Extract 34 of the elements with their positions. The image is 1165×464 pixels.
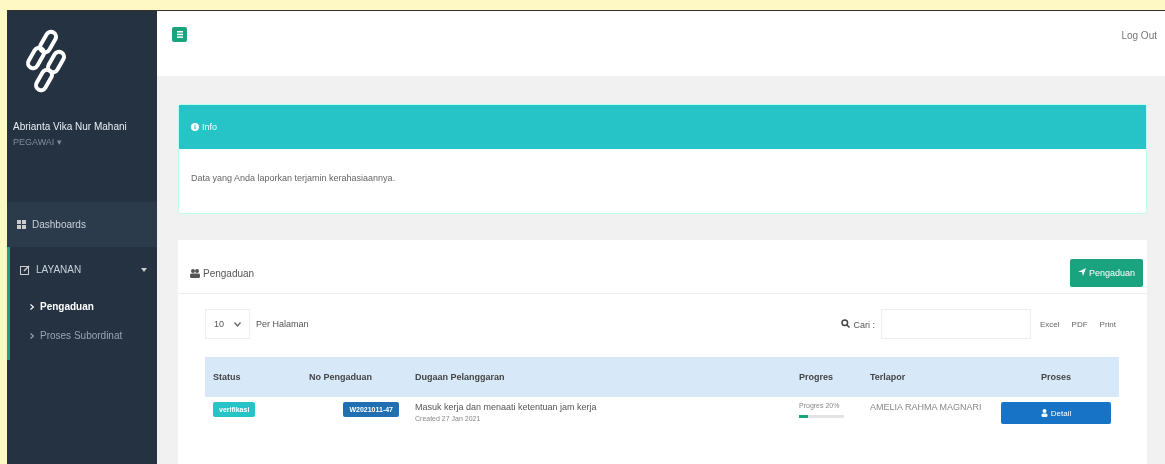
- user-name: Abrianta Vika Nur Mahani: [12, 120, 128, 132]
- grid-icon: [17, 220, 26, 229]
- sidebar-item[interactable]: Dashboards: [7, 202, 157, 247]
- detail-button[interactable]: Detail: [1001, 402, 1111, 424]
- column-header[interactable]: No Pengaduan: [301, 357, 407, 397]
- chevron-down-icon: [234, 321, 241, 327]
- submenu-item[interactable]: Proses Subordinat: [10, 321, 157, 350]
- page-size-label: Per Halaman: [256, 319, 309, 329]
- panel-title: Info: [202, 122, 217, 132]
- column-header[interactable]: Dugaan Pelanggaran: [407, 357, 791, 397]
- users-icon: [190, 268, 200, 278]
- column-header[interactable]: Progres: [791, 357, 862, 397]
- search-icon: [841, 318, 851, 328]
- reported-name: AMELIA RAHMA MAGNARI: [870, 402, 982, 412]
- sidebar-item[interactable]: LAYANAN: [10, 247, 157, 292]
- search-label: Cari :: [841, 318, 875, 330]
- chevron-icon: [30, 304, 34, 310]
- page-size-select[interactable]: 10: [205, 309, 250, 339]
- info-message: Data yang Anda laporkan terjamin kerahasiaannya.: [191, 173, 396, 183]
- chevron-icon: [30, 333, 34, 339]
- column-header[interactable]: Proses: [993, 357, 1119, 397]
- role-dropdown[interactable]: PEGAWAI ▾: [7, 132, 157, 152]
- panel-title: Pengaduan: [203, 267, 255, 279]
- menu-button[interactable]: [172, 27, 187, 42]
- column-header[interactable]: Terlapor: [862, 357, 993, 397]
- column-header[interactable]: Status: [205, 357, 301, 397]
- logout-link[interactable]: Log Out: [1121, 27, 1157, 41]
- violation-text: Masuk kerja dan menaati ketentuan jam kerja: [415, 402, 598, 412]
- submenu-item[interactable]: Pengaduan: [10, 292, 157, 321]
- send-icon: [1077, 268, 1086, 276]
- menu-icon: [176, 31, 183, 38]
- info-icon: [191, 123, 199, 131]
- user-icon: [1040, 408, 1048, 417]
- edit-icon: [20, 264, 30, 275]
